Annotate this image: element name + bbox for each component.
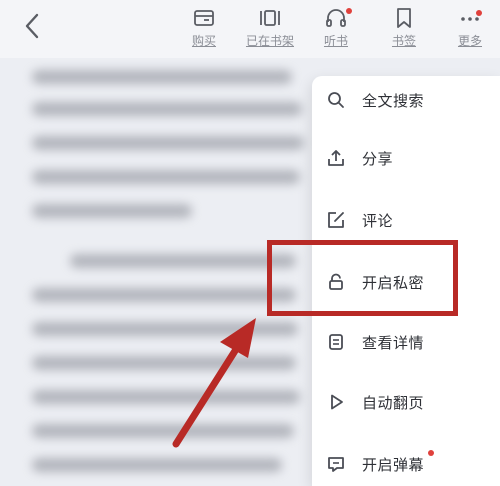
danmaku-badge bbox=[428, 450, 434, 456]
search-icon bbox=[328, 92, 344, 108]
bookshelf-label: 已在书架 bbox=[245, 34, 294, 48]
menu-item-share[interactable]: 分享 bbox=[312, 138, 500, 178]
menu-item-enable-danmaku[interactable]: 开启弹幕 bbox=[312, 444, 500, 484]
listen-label: 听书 bbox=[323, 34, 348, 48]
back-button[interactable] bbox=[14, 8, 50, 44]
menu-item-comment[interactable]: 评论 bbox=[312, 200, 500, 240]
bookmark-button[interactable]: 书签 bbox=[376, 6, 432, 54]
listen-badge bbox=[346, 8, 352, 14]
buy-label: 购买 bbox=[191, 34, 216, 48]
bookshelf-icon bbox=[260, 10, 280, 26]
buy-button[interactable]: 购买 bbox=[176, 6, 232, 54]
more-badge bbox=[476, 10, 482, 16]
wallet-icon bbox=[194, 10, 214, 26]
menu-item-label: 查看详情 bbox=[362, 333, 425, 352]
play-icon bbox=[331, 394, 343, 410]
menu-item-label: 评论 bbox=[362, 211, 394, 230]
menu-item-label: 开启弹幕 bbox=[362, 455, 425, 474]
menu-item-label: 全文搜索 bbox=[362, 91, 425, 110]
bookshelf-button[interactable]: 已在书架 bbox=[242, 6, 298, 54]
menu-item-view-details[interactable]: 查看详情 bbox=[312, 322, 500, 362]
menu-item-label: 自动翻页 bbox=[362, 393, 425, 412]
menu-item-fulltext-search[interactable]: 全文搜索 bbox=[312, 80, 500, 120]
headphones-icon bbox=[326, 9, 346, 27]
top-toolbar: 购买 已在书架 听书 书签 更多 bbox=[0, 0, 500, 58]
highlight-box bbox=[267, 240, 458, 316]
comment-icon bbox=[328, 457, 344, 472]
listen-button[interactable]: 听书 bbox=[308, 6, 364, 54]
details-icon bbox=[329, 334, 343, 350]
menu-item-auto-page-turn[interactable]: 自动翻页 bbox=[312, 382, 500, 422]
more-button[interactable]: 更多 bbox=[442, 6, 498, 54]
more-label: 更多 bbox=[457, 34, 482, 48]
edit-icon bbox=[328, 212, 344, 228]
bookmark-icon bbox=[397, 8, 411, 28]
menu-item-label: 分享 bbox=[362, 149, 394, 168]
share-icon bbox=[328, 150, 344, 166]
bookmark-label: 书签 bbox=[391, 34, 416, 48]
chevron-left-icon bbox=[25, 13, 39, 39]
